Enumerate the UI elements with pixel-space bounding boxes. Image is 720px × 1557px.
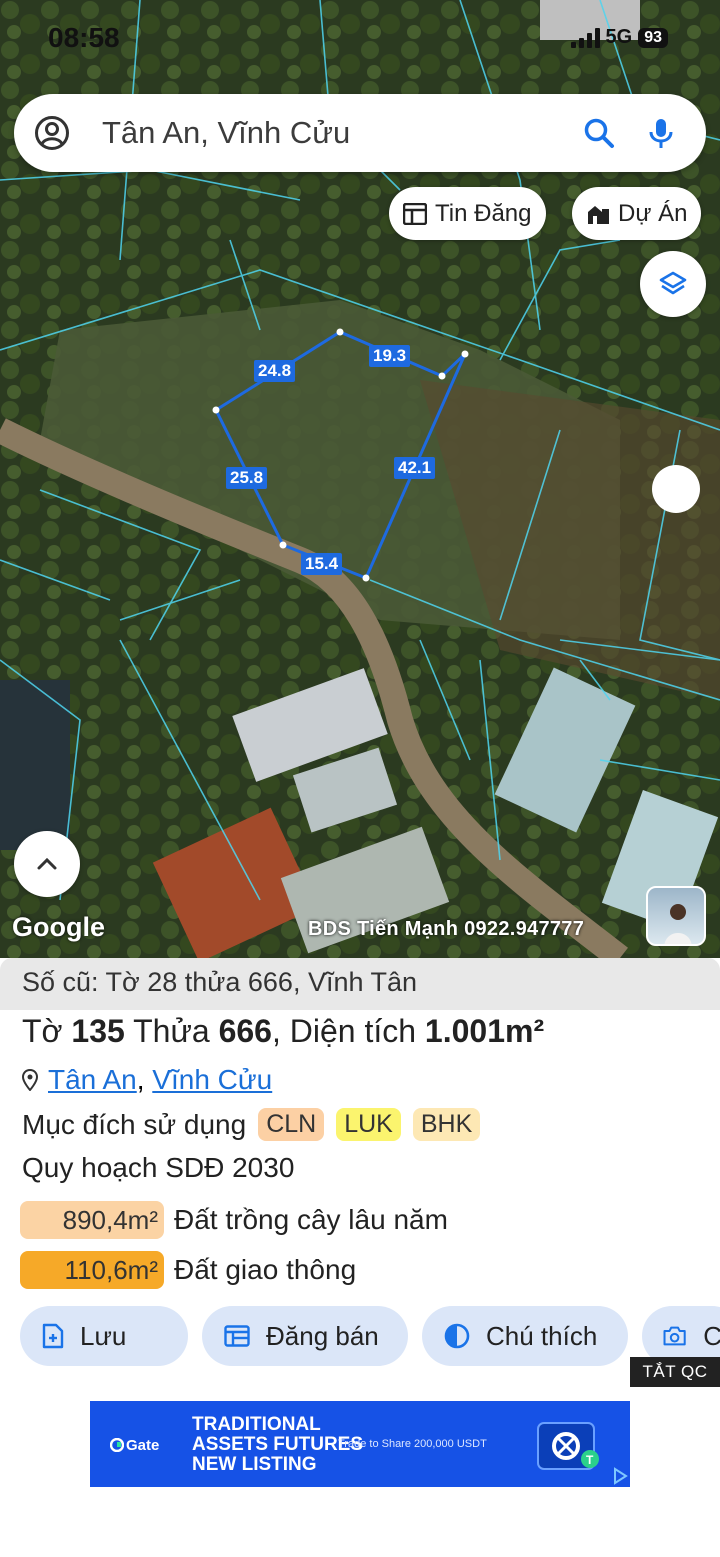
listings-icon bbox=[403, 202, 427, 225]
planning-title: Quy hoạch SDĐ 2030 bbox=[22, 1152, 295, 1183]
camera-icon bbox=[663, 1326, 686, 1346]
layers-button[interactable] bbox=[640, 251, 706, 317]
ad-banner[interactable]: Gate TRADITIONAL ASSETS FUTURES NEW LIST… bbox=[90, 1401, 630, 1487]
expand-up-button[interactable] bbox=[14, 831, 80, 897]
district-link[interactable]: Vĩnh Cửu bbox=[152, 1064, 272, 1095]
parcel-label: Thửa bbox=[133, 1013, 210, 1049]
parcel-title: Tờ 135 Thửa 666, Diện tích 1.001m² bbox=[22, 1013, 545, 1049]
status-indicators: 5G 93 bbox=[570, 26, 668, 49]
dimension-label: 15.4 bbox=[301, 553, 343, 575]
network-type: 5G bbox=[605, 26, 633, 48]
location-line: Tân An, Vĩnh Cửu bbox=[22, 1064, 272, 1096]
add-file-icon bbox=[42, 1323, 64, 1349]
planning-area: 110,6m² bbox=[20, 1251, 164, 1289]
search-input[interactable]: Tân An, Vĩnh Cửu bbox=[102, 115, 582, 151]
search-icon[interactable] bbox=[582, 116, 616, 150]
layers-icon bbox=[659, 271, 687, 295]
signal-icon bbox=[570, 27, 600, 48]
dimension-label: 19.3 bbox=[369, 345, 411, 367]
profile-thumbnail[interactable] bbox=[646, 886, 706, 946]
purpose-tag[interactable]: LUK bbox=[336, 1108, 401, 1141]
planning-row: 890,4m² Đất trồng cây lâu năm bbox=[20, 1201, 448, 1239]
capture-label: C bbox=[703, 1320, 720, 1351]
location-pin-icon bbox=[22, 1069, 38, 1091]
ad-brand: Gate bbox=[126, 1437, 160, 1454]
sheet-number: 135 bbox=[71, 1013, 125, 1049]
listings-chip[interactable]: Tin Đăng bbox=[389, 187, 546, 240]
listing-icon bbox=[224, 1325, 250, 1347]
person-icon bbox=[664, 904, 692, 944]
listings-label: Tin Đăng bbox=[435, 199, 532, 227]
old-parcel-bar: Số cũ: Tờ 28 thửa 666, Vĩnh Tân bbox=[0, 958, 720, 1010]
search-bar[interactable]: Tân An, Vĩnh Cửu bbox=[14, 94, 706, 172]
contrast-icon bbox=[444, 1323, 470, 1349]
legend-label: Chú thích bbox=[486, 1320, 598, 1351]
post-sale-button[interactable]: Đăng bán bbox=[202, 1306, 408, 1366]
chevron-up-icon bbox=[37, 857, 57, 870]
dimension-label: 25.8 bbox=[226, 467, 268, 489]
save-label: Lưu bbox=[80, 1320, 127, 1351]
land-use-purpose: Mục đích sử dụng CLN LUK BHK bbox=[22, 1108, 481, 1141]
ad-tagline: Trade to Share 200,000 USDT bbox=[338, 1438, 487, 1450]
action-bar: Lưu Đăng bán Chú thích C bbox=[20, 1306, 720, 1366]
ad-safe-icon: T bbox=[537, 1422, 599, 1470]
projects-label: Dự Án bbox=[618, 199, 688, 227]
area-value: 1.001m² bbox=[424, 1013, 545, 1049]
projects-chip[interactable]: Dự Án bbox=[572, 187, 702, 240]
svg-text:T: T bbox=[586, 1453, 594, 1467]
floating-button[interactable] bbox=[652, 465, 700, 513]
ad-choices-icon[interactable] bbox=[612, 1467, 628, 1485]
map-view[interactable]: 24.8 19.3 25.8 42.1 15.4 08:58 5G 93 Tân… bbox=[0, 0, 720, 958]
google-attribution: Google bbox=[12, 912, 105, 942]
planning-area: 890,4m² bbox=[20, 1201, 164, 1239]
save-button[interactable]: Lưu bbox=[20, 1306, 188, 1366]
battery-level: 93 bbox=[638, 27, 668, 48]
planning-row: 110,6m² Đất giao thông bbox=[20, 1251, 356, 1289]
area-label: Diện tích bbox=[289, 1013, 417, 1049]
legend-button[interactable]: Chú thích bbox=[422, 1306, 628, 1366]
commune-link[interactable]: Tân An bbox=[48, 1064, 137, 1095]
dimension-label: 42.1 bbox=[394, 457, 436, 479]
status-time: 08:58 bbox=[48, 22, 120, 53]
close-ad-button[interactable]: TẮT QC bbox=[630, 1357, 720, 1387]
planning-use: Đất giao thông bbox=[174, 1254, 357, 1285]
microphone-icon[interactable] bbox=[644, 116, 678, 150]
building-icon bbox=[588, 205, 609, 224]
purpose-tag[interactable]: CLN bbox=[258, 1108, 325, 1141]
gate-logo-icon bbox=[110, 1438, 124, 1452]
planning-use: Đất trồng cây lâu năm bbox=[174, 1204, 448, 1235]
purpose-label: Mục đích sử dụng bbox=[22, 1108, 247, 1140]
account-icon[interactable] bbox=[34, 115, 70, 151]
watermark-text: BDS Tiến Mạnh 0922.947777 bbox=[308, 918, 585, 940]
parcel-number: 666 bbox=[218, 1013, 272, 1049]
dimension-label: 24.8 bbox=[254, 360, 296, 382]
purpose-tag[interactable]: BHK bbox=[412, 1108, 481, 1141]
sheet-label: Tờ bbox=[22, 1013, 63, 1049]
post-sale-label: Đăng bán bbox=[266, 1320, 379, 1351]
